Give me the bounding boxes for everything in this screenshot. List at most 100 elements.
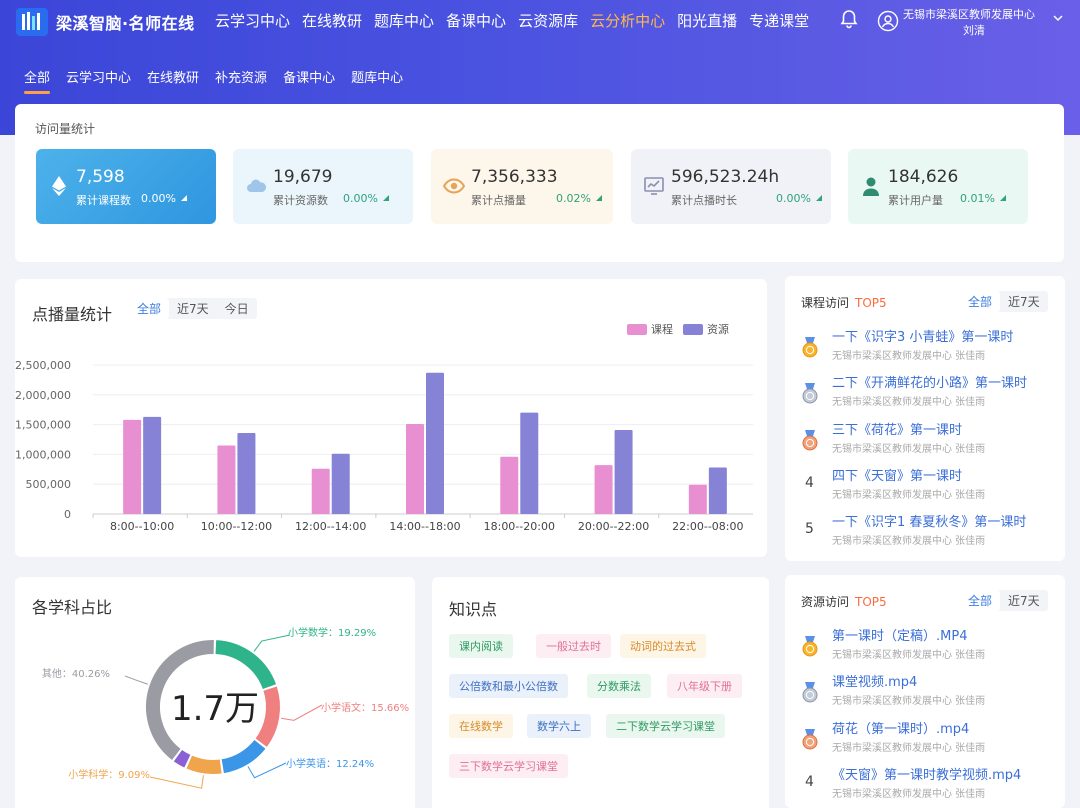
bar-课程[interactable] <box>123 419 142 514</box>
rank-title[interactable]: 三下《荷花》第一课时 <box>832 419 962 438</box>
bar-资源[interactable] <box>614 429 633 514</box>
rank-item[interactable]: 4 四下《天窗》第一课时 无锡市梁溪区教师发展中心 张佳雨 <box>801 465 1059 509</box>
y-tick-label: 1,500,000 <box>15 419 71 432</box>
rank-item[interactable]: 二下《开满鲜花的小路》第一课时 无锡市梁溪区教师发展中心 张佳雨 <box>801 372 1059 416</box>
stat-card[interactable]: 19,679 累计资源数 0.00% <box>233 149 413 224</box>
rank-item[interactable]: 一下《识字3 小青蛙》第一课时 无锡市梁溪区教师发展中心 张佳雨 <box>801 326 1059 370</box>
rank-item[interactable]: 课堂视频.mp4 无锡市梁溪区教师发展中心 张佳雨 <box>801 671 1059 715</box>
knowledge-tag[interactable]: 一般过去时 <box>536 634 611 658</box>
slice-label: 小学科学：9.09% <box>68 768 150 781</box>
rank-author: 无锡市梁溪区教师发展中心 张佳雨 <box>832 536 986 548</box>
subnav-item[interactable]: 备课中心 <box>283 67 335 86</box>
rank-title[interactable]: 二下《开满鲜花的小路》第一课时 <box>832 372 1027 391</box>
subnav-item[interactable]: 补充资源 <box>215 67 267 86</box>
filter-option[interactable]: 近7天 <box>169 298 217 319</box>
bar-资源[interactable] <box>331 453 350 514</box>
subnav-item[interactable]: 云学习中心 <box>66 67 131 86</box>
knowledge-tag[interactable]: 分数乘法 <box>587 674 651 698</box>
subject-donut-chart: 小学数学：19.29% 小学语文：15.66% 小学英语：12.24% 小学科学：9.… <box>42 626 409 789</box>
bar-课程[interactable] <box>406 424 424 514</box>
donut-slice[interactable] <box>173 749 191 768</box>
filter-option[interactable]: 近7天 <box>1000 291 1048 312</box>
knowledge-tag[interactable]: 公倍数和最小公倍数 <box>449 674 568 698</box>
filter-option[interactable]: 近7天 <box>1000 590 1048 611</box>
resource-rank-filter: 全部 近7天 <box>960 590 1048 611</box>
subnav-item[interactable]: 全部 <box>24 67 51 94</box>
legend-item[interactable]: 资源 <box>683 321 729 337</box>
nav-item[interactable]: 备课中心 <box>446 10 506 31</box>
legend-item[interactable]: 课程 <box>627 321 673 337</box>
subnav-item[interactable]: 题库中心 <box>351 67 403 86</box>
bar-资源[interactable] <box>520 412 539 514</box>
filter-option[interactable]: 全部 <box>960 291 1001 312</box>
rank-title[interactable]: 课堂视频.mp4 <box>832 671 917 690</box>
chevron-down-icon[interactable] <box>1052 12 1064 24</box>
user-icon <box>863 177 879 196</box>
stat-card[interactable]: 184,626 累计用户量 0.01% <box>848 149 1028 224</box>
donut-slice[interactable] <box>255 686 280 747</box>
nav-item[interactable]: 云学习中心 <box>215 10 290 31</box>
course-rank-title-text: 课程访问 <box>801 296 850 310</box>
stat-card[interactable]: 596,523.24h 累计点播时长 0.00% <box>631 149 831 224</box>
filter-option[interactable]: 全部 <box>960 590 1001 611</box>
rank-title[interactable]: 荷花（第一课时）.mp4 <box>832 718 969 737</box>
donut-slice[interactable] <box>221 739 266 774</box>
rank-item[interactable]: 5 一下《识字1 春夏秋冬》第一课时 无锡市梁溪区教师发展中心 张佳雨 <box>801 511 1059 555</box>
bar-课程[interactable] <box>500 456 519 514</box>
x-tick-label: 12:00--14:00 <box>295 520 366 533</box>
stat-percent: 0.00% <box>343 192 378 205</box>
subnav-item[interactable]: 在线教研 <box>147 67 199 86</box>
bar-资源[interactable] <box>426 372 444 514</box>
rank-item[interactable]: 三下《荷花》第一课时 无锡市梁溪区教师发展中心 张佳雨 <box>801 419 1059 463</box>
bar-资源[interactable] <box>237 432 256 514</box>
bar-资源[interactable] <box>143 416 162 514</box>
rank-title[interactable]: 四下《天窗》第一课时 <box>832 465 962 484</box>
bar-课程[interactable] <box>311 468 330 514</box>
stat-value: 596,523.24h <box>671 167 780 187</box>
rank-item[interactable]: 4 《天窗》第一课时教学视频.mp4 无锡市梁溪区教师发展中心 张佳雨 <box>801 764 1059 808</box>
subject-share-panel: 各学科占比 小学数学：19.29% 小学语文：15.66% 小学英语：12.24% 小… <box>15 577 415 808</box>
nav-item[interactable]: 在线教研 <box>302 10 362 31</box>
nav-item[interactable]: 云分析中心 <box>590 10 665 31</box>
label-leader-line <box>253 634 291 652</box>
slice-label: 小学数学：19.29% <box>288 626 376 639</box>
stat-card[interactable]: 7,598 累计课程数 0.00% <box>36 149 216 224</box>
knowledge-tag[interactable]: 二下数学云学习课堂 <box>606 714 725 738</box>
user-avatar-icon[interactable] <box>877 10 899 32</box>
rank-item[interactable]: 第一课时（定稿）.MP4 无锡市梁溪区教师发展中心 张佳雨 <box>801 625 1059 669</box>
donut-slice[interactable] <box>215 640 277 690</box>
nav-item[interactable]: 云资源库 <box>518 10 578 31</box>
stat-value: 7,598 <box>76 167 125 187</box>
stat-card[interactable]: 7,356,333 累计点播量 0.02% <box>431 149 613 224</box>
rank-title[interactable]: 一下《识字3 小青蛙》第一课时 <box>832 326 1013 345</box>
bell-icon[interactable] <box>838 8 860 30</box>
nav-item[interactable]: 专递课堂 <box>749 10 809 31</box>
knowledge-tag[interactable]: 课内阅读 <box>449 634 513 658</box>
rank-item[interactable]: 荷花（第一课时）.mp4 无锡市梁溪区教师发展中心 张佳雨 <box>801 718 1059 762</box>
rank-title[interactable]: 一下《识字1 春夏秋冬》第一课时 <box>832 511 1026 530</box>
resource-rank-title: 资源访问 TOP5 <box>801 593 887 610</box>
knowledge-tag[interactable]: 三下数学云学习课堂 <box>449 754 568 778</box>
rank-title[interactable]: 第一课时（定稿）.MP4 <box>832 625 967 644</box>
resource-rank-title-text: 资源访问 <box>801 595 850 609</box>
bar-课程[interactable] <box>594 465 613 514</box>
top5-badge: TOP5 <box>855 595 887 609</box>
nav-item[interactable]: 题库中心 <box>374 10 434 31</box>
medal-icon <box>802 636 818 657</box>
donut-slice[interactable] <box>186 755 222 774</box>
rank-title[interactable]: 《天窗》第一课时教学视频.mp4 <box>832 764 1021 783</box>
knowledge-tag[interactable]: 在线数学 <box>449 714 513 738</box>
nav-item[interactable]: 阳光直播 <box>677 10 737 31</box>
legend-swatch <box>627 323 647 335</box>
bar-资源[interactable] <box>708 467 727 514</box>
bar-课程[interactable] <box>217 445 236 514</box>
legend-label: 课程 <box>651 323 673 336</box>
knowledge-tag[interactable]: 八年级下册 <box>667 674 742 698</box>
knowledge-tag[interactable]: 数学六上 <box>527 714 591 738</box>
knowledge-tag[interactable]: 动词的过去式 <box>620 634 706 658</box>
x-tick-label: 20:00--22:00 <box>578 520 649 533</box>
filter-option[interactable]: 全部 <box>129 298 170 319</box>
filter-option[interactable]: 今日 <box>217 298 257 319</box>
user-name[interactable]: 刘清 <box>963 22 985 38</box>
bar-课程[interactable] <box>688 484 707 514</box>
